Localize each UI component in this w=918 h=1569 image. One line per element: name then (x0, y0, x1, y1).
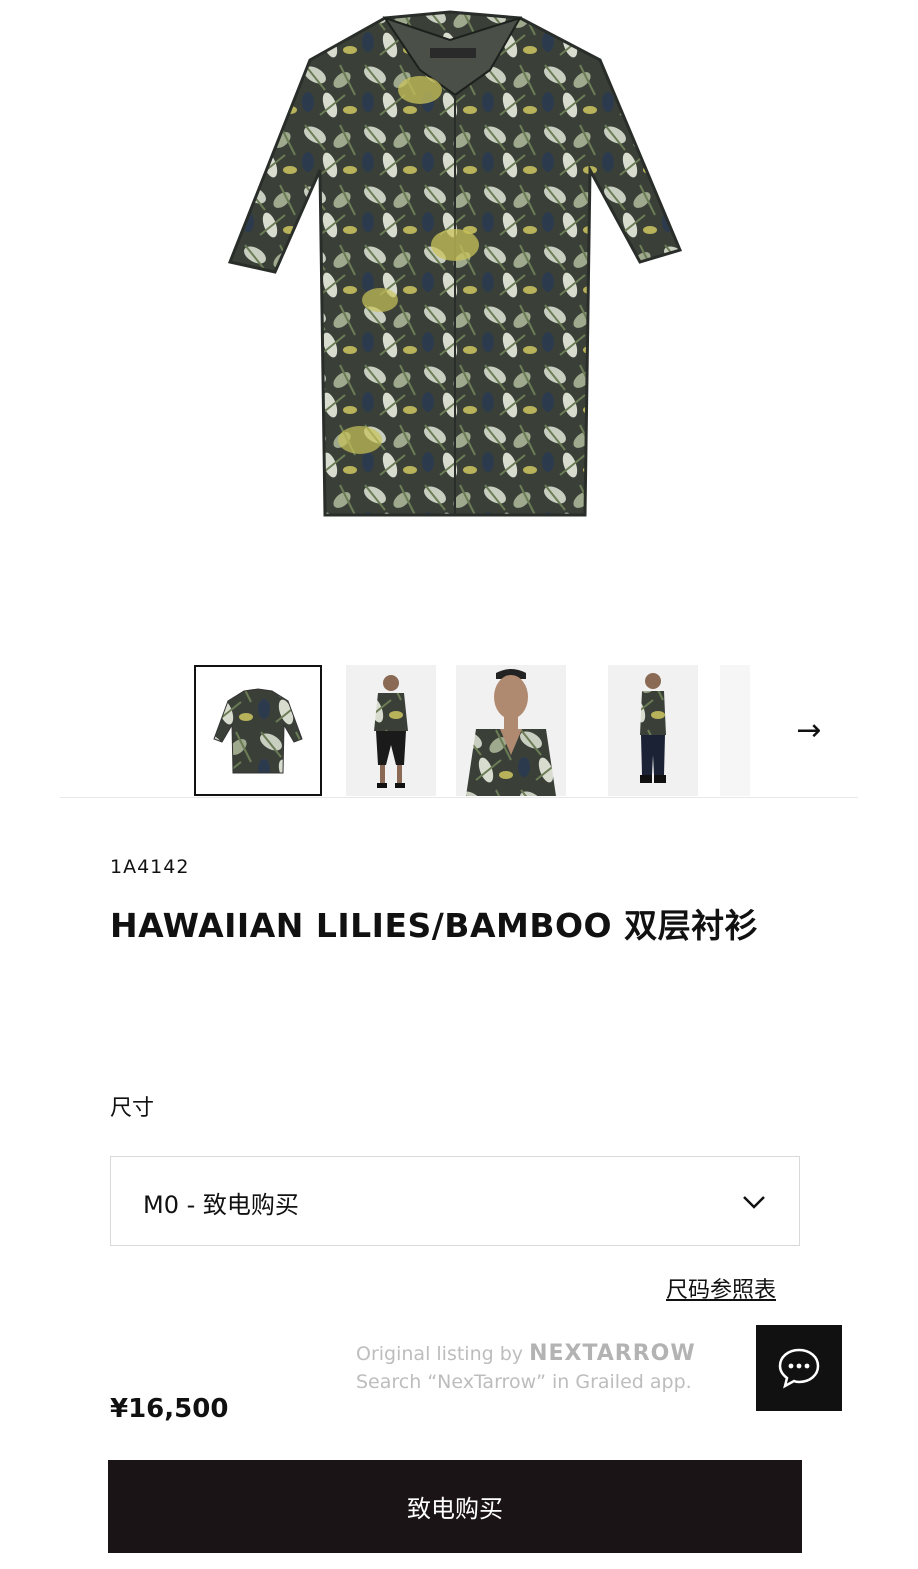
product-sku: 1A4142 (110, 856, 190, 878)
thumbnail-partial (720, 665, 750, 796)
buy-by-phone-button[interactable]: 致电购买 (108, 1460, 802, 1553)
chat-button[interactable] (756, 1325, 842, 1411)
product-price: ¥16,500 (110, 1394, 229, 1424)
thumbnail-model-full[interactable] (346, 665, 436, 796)
watermark-line2: Search “NexTarrow” in Grailed app. (356, 1371, 692, 1393)
watermark: Original listing by NEXTARROW Search “Ne… (356, 1340, 756, 1396)
size-label: 尺寸 (110, 1096, 155, 1121)
next-arrow-icon[interactable]: → (760, 665, 858, 796)
watermark-prefix: Original listing by (356, 1343, 524, 1365)
thumbnail-model-side[interactable] (608, 665, 698, 796)
product-hero-image (0, 0, 918, 650)
chat-bubble-icon (778, 1348, 820, 1389)
shirt-illustration (227, 10, 683, 517)
product-title: HAWAIIAN LILIES/BAMBOO 双层衬衫 (110, 906, 759, 945)
size-selected-value: M0 - 致电购买 (143, 1191, 299, 1219)
watermark-brand: NEXTARROW (529, 1341, 696, 1366)
thumbnail-strip: → (60, 660, 858, 798)
size-select[interactable]: M0 - 致电购买 (110, 1156, 800, 1246)
chevron-down-icon (743, 1196, 765, 1209)
watermark-line1: Original listing by NEXTARROW (356, 1340, 756, 1368)
size-guide-link[interactable]: 尺码参照表 (666, 1272, 776, 1304)
thumbnail-model-closeup[interactable] (456, 665, 566, 796)
thumbnail-shirt-flat[interactable] (194, 665, 322, 796)
